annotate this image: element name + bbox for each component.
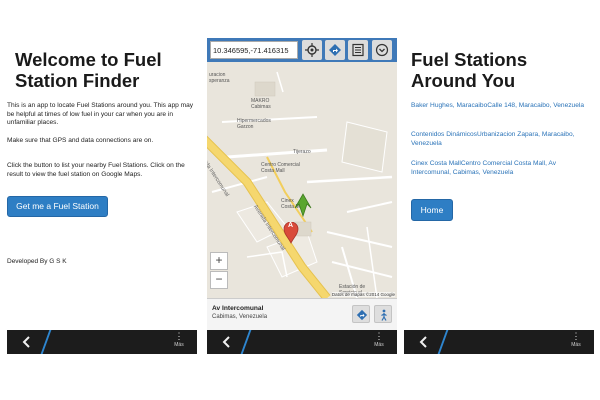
welcome-content: Welcome to Fuel Station Finder This is a…: [7, 38, 197, 330]
place-directions-button[interactable]: [352, 305, 370, 323]
more-label: Más: [174, 342, 184, 348]
instructions-text: Click the button to list your nearby Fue…: [7, 162, 185, 178]
station-link[interactable]: Baker Hughes, MaracaiboCalle 148, Maraca…: [411, 102, 591, 111]
map-marker-label: A: [288, 222, 294, 229]
map-screen: uracion speranza MAKRO Cabimas Hipermerc…: [207, 38, 397, 354]
map-label-makro: MAKRO Cabimas: [251, 98, 271, 110]
overflow-menu-icon: ⋮: [571, 331, 581, 341]
list-icon: [352, 43, 364, 57]
action-bar: ⋮ Más: [207, 330, 397, 354]
action-bar-divider: [240, 330, 252, 354]
zoom-in-button[interactable]: +: [210, 252, 228, 270]
action-bar-divider: [40, 330, 52, 354]
map-label-tijerazo: Tijerazo: [293, 149, 311, 155]
locate-button[interactable]: [302, 40, 322, 60]
zoom-out-button[interactable]: −: [210, 271, 228, 289]
results-content: Fuel Stations Around You Baker Hughes, M…: [404, 38, 594, 330]
map-label-hipermercado: Hipermercados Garzon: [237, 118, 271, 130]
map-view[interactable]: uracion speranza MAKRO Cabimas Hipermerc…: [207, 62, 397, 298]
home-button[interactable]: Home: [411, 199, 453, 221]
map-label-centro: Centro Comercial Costa Mall: [261, 162, 300, 174]
directions-icon: [356, 309, 368, 321]
more-button[interactable]: ⋮ Más: [566, 331, 586, 349]
back-icon[interactable]: [20, 335, 34, 349]
directions-button[interactable]: [325, 40, 345, 60]
welcome-screen: Welcome to Fuel Station Finder This is a…: [7, 38, 197, 354]
more-button[interactable]: ⋮ Más: [169, 331, 189, 349]
overflow-menu-icon: ⋮: [174, 331, 184, 341]
overflow-menu-icon: ⋮: [374, 331, 384, 341]
more-label: Más: [374, 342, 384, 348]
action-bar: ⋮ Más: [7, 330, 197, 354]
walking-button[interactable]: [374, 305, 392, 323]
station-link[interactable]: Cinex Costa MallCentro Comercial Costa M…: [411, 160, 591, 177]
dropdown-button[interactable]: [372, 40, 392, 60]
station-link[interactable]: Contenidos DinámicosUrbanizacion Zapara,…: [411, 131, 591, 148]
list-button[interactable]: [348, 40, 368, 60]
action-bar: ⋮ Más: [404, 330, 594, 354]
more-label: Más: [571, 342, 581, 348]
directions-icon: [329, 44, 341, 56]
more-button[interactable]: ⋮ Más: [369, 331, 389, 349]
map-label-uracion: uracion speranza: [209, 72, 230, 84]
map-toolbar: [207, 38, 397, 62]
current-location-pin-icon[interactable]: [293, 192, 313, 218]
chevron-down-icon: [375, 43, 389, 57]
results-screen: Fuel Stations Around You Baker Hughes, M…: [404, 38, 594, 354]
place-info-bar: Av Intercomunal Cabimas, Venezuela: [207, 298, 397, 330]
get-fuel-station-button[interactable]: Get me a Fuel Station: [7, 196, 108, 217]
walking-person-icon: [381, 309, 387, 321]
coordinates-input[interactable]: [210, 41, 298, 59]
map-canvas: [207, 62, 397, 298]
place-name: Av Intercomunal: [212, 305, 264, 312]
developer-credit: Developed By G S K: [7, 258, 67, 265]
place-location: Cabimas, Venezuela: [212, 314, 268, 320]
map-copyright: Datos de mapas ©2014 Google: [331, 292, 395, 297]
intro-text: This is an app to locate Fuel Stations a…: [7, 102, 194, 126]
crosshair-icon: [305, 43, 319, 57]
back-icon[interactable]: [417, 335, 431, 349]
action-bar-divider: [437, 330, 449, 354]
page-title: Welcome to Fuel Station Finder: [15, 49, 162, 91]
page-title: Fuel Stations Around You: [411, 49, 528, 91]
back-icon[interactable]: [220, 335, 234, 349]
gps-note: Make sure that GPS and data connections …: [7, 137, 154, 144]
